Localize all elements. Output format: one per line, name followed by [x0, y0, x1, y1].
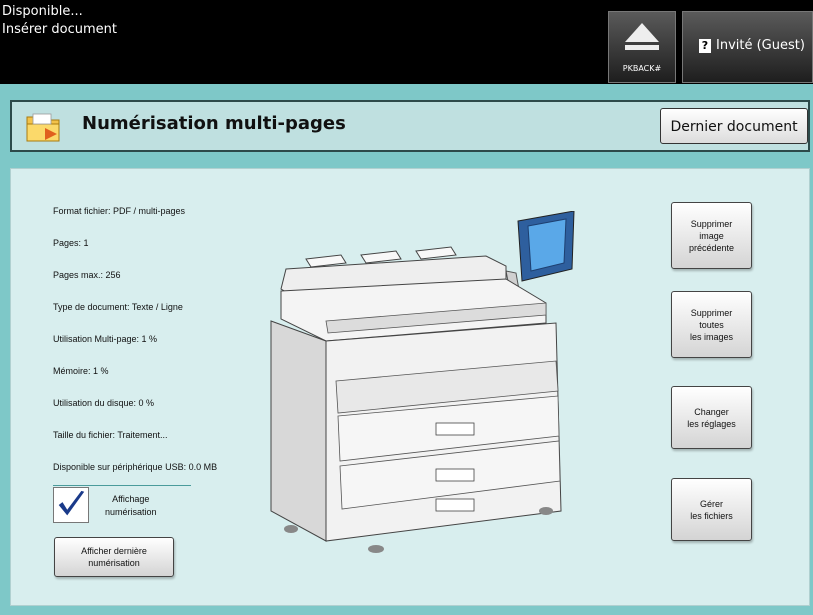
- change-settings-button[interactable]: Changer les réglages: [671, 386, 752, 449]
- status-subtext: Insérer document: [2, 22, 117, 37]
- eject-icon: [625, 23, 659, 42]
- file-size-text: Taille du fichier: Traitement...: [53, 430, 168, 440]
- usb-available-text: Disponible sur périphérique USB: 0.0 MB: [53, 462, 218, 472]
- page-title: Numérisation multi-pages: [82, 113, 346, 134]
- wide-format-printer-image: [270, 211, 575, 553]
- scan-preview-checkbox[interactable]: [53, 487, 89, 523]
- eject-label: PKBACK#: [622, 64, 662, 73]
- eject-button[interactable]: PKBACK#: [608, 11, 676, 83]
- help-icon: ?: [699, 39, 711, 53]
- disk-usage-text: Utilisation du disque: 0 %: [53, 398, 155, 408]
- delete-previous-image-button[interactable]: Supprimer image précédente: [671, 202, 752, 269]
- file-format-text: Format fichier: PDF / multi-pages: [53, 206, 186, 216]
- content-panel: Format fichier: PDF / multi-pages Pages:…: [10, 168, 810, 606]
- pages-text: Pages: 1: [53, 238, 89, 248]
- scan-preview-label: Affichage numérisation: [105, 494, 157, 517]
- memory-text: Mémoire: 1 %: [53, 366, 109, 376]
- title-panel: Numérisation multi-pages Dernier documen…: [10, 100, 810, 152]
- guest-label: Invité (Guest): [716, 38, 805, 53]
- delete-all-images-button[interactable]: Supprimer toutes les images: [671, 291, 752, 358]
- manage-files-button[interactable]: Gérer les fichiers: [671, 478, 752, 541]
- guest-login-button[interactable]: ? Invité (Guest): [682, 11, 813, 83]
- divider: [53, 485, 191, 486]
- folder-scan-icon: [26, 113, 60, 142]
- last-document-button[interactable]: Dernier document: [660, 108, 808, 144]
- show-last-scan-button[interactable]: Afficher dernière numérisation: [54, 537, 174, 577]
- status-text: Disponible...: [2, 4, 83, 19]
- status-bar: Disponible... Insérer document PKBACK# ?…: [0, 0, 813, 84]
- document-type-text: Type de document: Texte / Ligne: [53, 302, 183, 312]
- pages-max-text: Pages max.: 256: [53, 270, 121, 280]
- multipage-usage-text: Utilisation Multi-page: 1 %: [53, 334, 158, 344]
- checkmark-icon: [58, 490, 85, 516]
- main-area: Numérisation multi-pages Dernier documen…: [0, 84, 813, 615]
